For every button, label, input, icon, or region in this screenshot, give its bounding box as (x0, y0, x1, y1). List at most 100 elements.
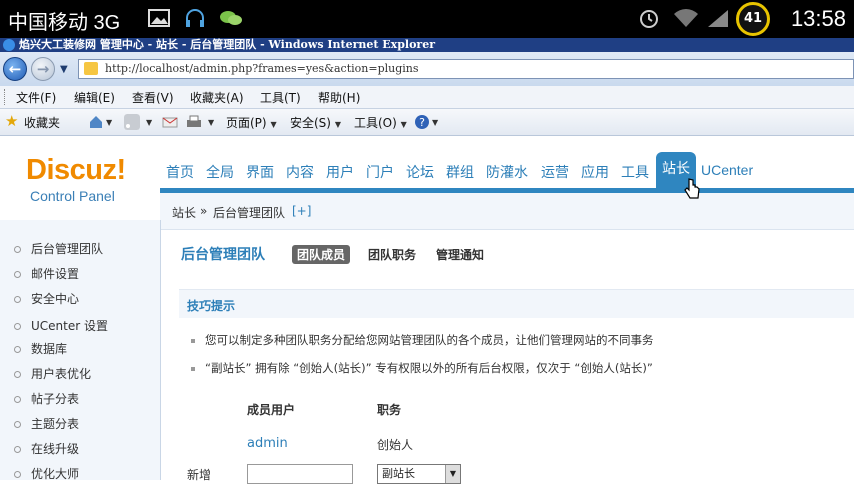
sidebar-item-label: 优化大师 (31, 467, 80, 481)
add-shortcut-link[interactable]: [+] (292, 204, 311, 218)
bullet-icon (14, 471, 21, 478)
sidebar-item-label: 后台管理团队 (31, 242, 104, 256)
battery-icon: 41 (736, 2, 770, 36)
tip-text: “副站长” 拥有除 “创始人(站长)” 专有权限以外的所有后台权限，仅次于 “创… (205, 361, 653, 375)
home-icon[interactable] (88, 114, 104, 130)
sidebar-item-database[interactable]: 数据库 (14, 340, 67, 357)
main-content: 后台管理团队 团队成员 团队职务 管理通知 技巧提示 您可以制定多种团队职务分配… (161, 230, 854, 484)
menu-view[interactable]: 查看(V) (132, 89, 174, 106)
back-button[interactable]: ← (3, 57, 27, 81)
arrow-left-icon: ← (8, 60, 22, 78)
new-member-role-select[interactable]: 副站长 ▼ (377, 464, 461, 484)
print-icon[interactable] (186, 114, 202, 130)
sidebar-item-label: 主题分表 (31, 417, 80, 431)
sidebar-item-label: 帖子分表 (31, 392, 80, 406)
tip-item: “副站长” 拥有除 “创始人(站长)” 专有权限以外的所有后台权限，仅次于 “创… (191, 360, 653, 376)
safety-menu-caret-icon: ▼ (334, 120, 341, 129)
tab-notices[interactable]: 管理通知 (431, 245, 489, 264)
signal-icon (708, 10, 728, 27)
sidebar-item-post-split[interactable]: 帖子分表 (14, 390, 79, 407)
help-dropdown-icon[interactable]: ▼ (432, 118, 438, 127)
help-icon[interactable]: ? (414, 114, 430, 130)
star-icon[interactable]: ★ (5, 112, 18, 130)
safety-menu-label: 安全(S) (290, 116, 331, 130)
sidebar-item-label: 数据库 (31, 342, 68, 356)
sidebar-item-label: 邮件设置 (31, 267, 80, 281)
nav-operations[interactable]: 运营 (541, 162, 569, 182)
logo-area: Discuz! Control Panel (0, 136, 160, 220)
rss-icon[interactable] (124, 114, 140, 130)
window-title: 焰兴大工装修网 管理中心 - 站长 - 后台管理团队 - Windows Int… (19, 38, 436, 51)
menu-file[interactable]: 文件(F) (16, 89, 56, 106)
history-dropdown-icon[interactable]: ▼ (60, 64, 68, 75)
tools-menu[interactable]: 工具(O) ▼ (354, 114, 407, 131)
discuz-logo: Discuz! (26, 154, 126, 186)
breadcrumb-root[interactable]: 站长 (172, 204, 196, 221)
headset-icon (186, 9, 204, 27)
hand-cursor-icon (684, 178, 700, 199)
bullet-icon (191, 366, 195, 371)
sidebar-item-thread-split[interactable]: 主题分表 (14, 415, 79, 432)
menu-help[interactable]: 帮助(H) (318, 89, 360, 106)
toolbar-grip (4, 89, 8, 105)
page-menu-caret-icon: ▼ (270, 120, 277, 129)
role-select-value: 副站长 (382, 467, 415, 480)
nav-groups[interactable]: 群组 (446, 162, 474, 182)
nav-interface[interactable]: 界面 (246, 162, 274, 182)
arrow-right-icon: → (36, 60, 50, 78)
sidebar-item-optimizer[interactable]: 优化大师 (14, 465, 79, 482)
sidebar: 后台管理团队 邮件设置 安全中心 UCenter 设置 数据库 用户表优化 帖子… (0, 220, 161, 482)
nav-home[interactable]: 首页 (166, 162, 194, 182)
menu-edit[interactable]: 编辑(E) (74, 89, 115, 106)
image-icon (148, 9, 170, 27)
bullet-icon (14, 396, 21, 403)
page-menu-label: 页面(P) (226, 116, 267, 130)
mail-icon[interactable] (162, 114, 178, 130)
member-role: 创始人 (377, 438, 414, 452)
sidebar-item-upgrade[interactable]: 在线升级 (14, 440, 79, 457)
chevron-down-icon: ▼ (445, 465, 460, 483)
nav-apps[interactable]: 应用 (581, 162, 609, 182)
sidebar-item-admin-team[interactable]: 后台管理团队 (14, 240, 103, 257)
tip-text: 您可以制定多种团队职务分配给您网站管理团队的各个成员，让他们管理网站的不同事务 (205, 333, 654, 347)
tab-members[interactable]: 团队成员 (292, 245, 351, 264)
nav-users[interactable]: 用户 (326, 162, 354, 182)
sidebar-item-user-table[interactable]: 用户表优化 (14, 365, 91, 382)
forward-button[interactable]: → (31, 57, 55, 81)
nav-content[interactable]: 内容 (286, 162, 314, 182)
menu-favorites[interactable]: 收藏夹(A) (190, 89, 244, 106)
menu-tools[interactable]: 工具(T) (260, 89, 301, 106)
new-member-label: 新增 (187, 468, 212, 482)
address-input[interactable]: http://localhost/admin.php?frames=yes&ac… (78, 59, 854, 79)
favorites-button[interactable]: 收藏夹 (24, 114, 60, 131)
sidebar-item-security[interactable]: 安全中心 (14, 290, 79, 307)
tips-header: 技巧提示 (179, 289, 854, 318)
bullet-icon (14, 446, 21, 453)
home-dropdown-icon[interactable]: ▼ (106, 118, 112, 127)
clock: 13:58 (790, 6, 846, 31)
page-menu[interactable]: 页面(P) ▼ (226, 114, 277, 131)
nav-forum[interactable]: 论坛 (406, 162, 434, 182)
nav-global[interactable]: 全局 (206, 162, 234, 182)
bullet-icon (14, 246, 21, 253)
nav-antispam[interactable]: 防灌水 (486, 162, 528, 182)
svg-text:?: ? (419, 116, 425, 129)
nav-portal[interactable]: 门户 (366, 162, 394, 182)
nav-ucenter[interactable]: UCenter (701, 162, 753, 178)
nav-tools[interactable]: 工具 (621, 162, 649, 182)
page-title: 后台管理团队 (181, 247, 265, 263)
bullet-icon (14, 296, 21, 303)
bullet-icon (14, 371, 21, 378)
sidebar-item-mail[interactable]: 邮件设置 (14, 265, 79, 282)
print-dropdown-icon[interactable]: ▼ (208, 118, 214, 127)
new-member-input[interactable] (247, 464, 353, 484)
rss-dropdown-icon[interactable]: ▼ (146, 118, 152, 127)
ie-logo-icon (3, 39, 15, 51)
tab-roles[interactable]: 团队职务 (363, 245, 421, 264)
top-nav: 首页 全局 界面 内容 用户 门户 论坛 群组 防灌水 运营 应用 工具 站长 … (160, 152, 854, 188)
sidebar-item-ucenter[interactable]: UCenter 设置 (14, 317, 108, 334)
member-user-link[interactable]: admin (247, 436, 288, 451)
safety-menu[interactable]: 安全(S) ▼ (290, 114, 341, 131)
sidebar-item-label: 安全中心 (31, 292, 80, 306)
breadcrumb-current: 后台管理团队 (213, 206, 286, 220)
